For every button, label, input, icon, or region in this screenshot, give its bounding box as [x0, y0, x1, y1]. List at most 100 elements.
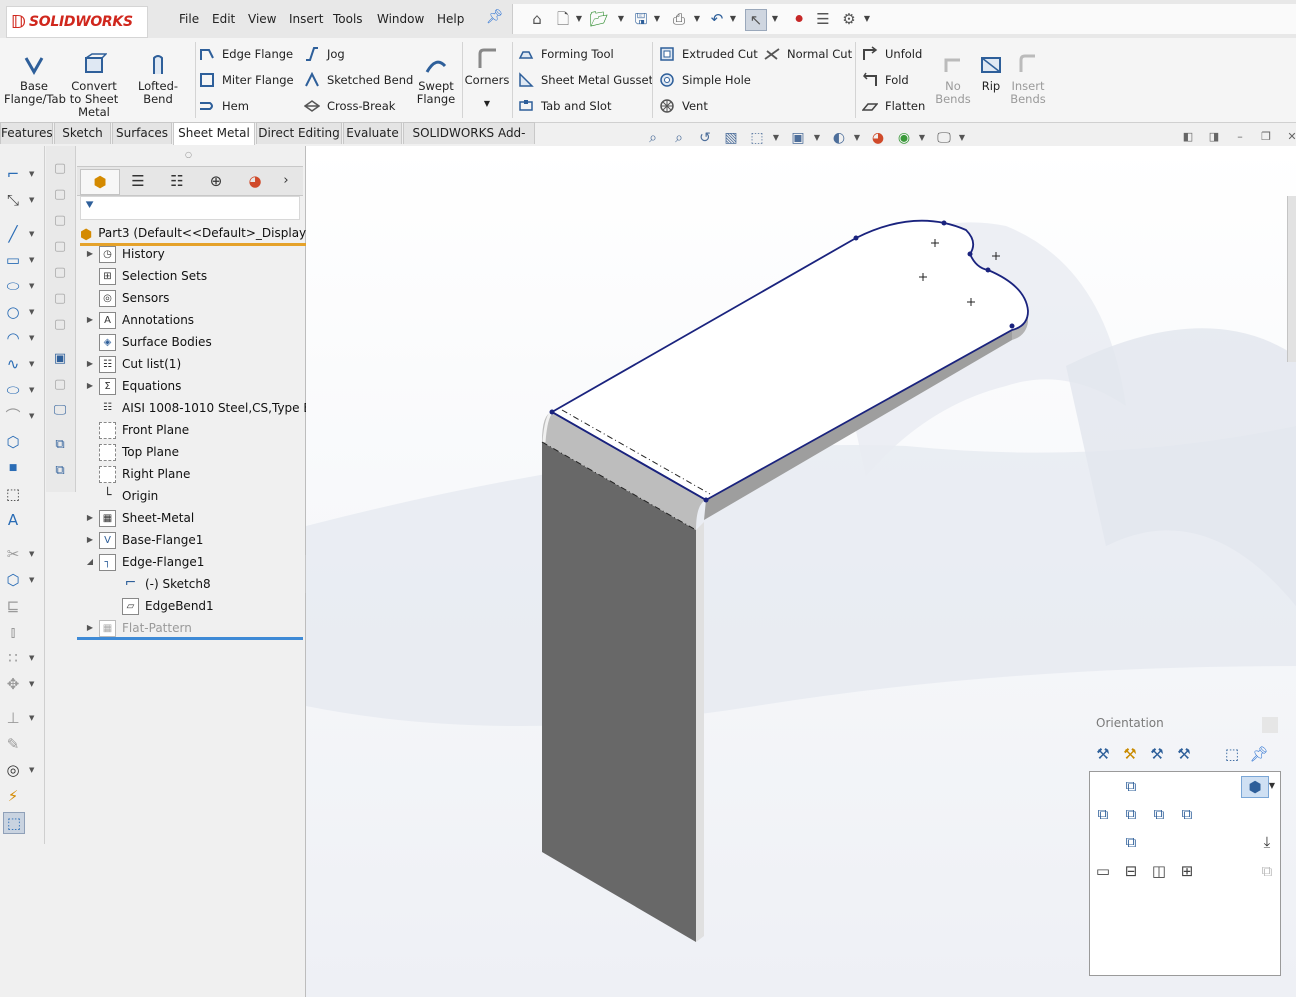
derived-icon[interactable]: ▢: [51, 290, 69, 308]
slot-icon[interactable]: ⬭: [3, 276, 23, 296]
tree-item-surface-bodies[interactable]: ◈ Surface Bodies: [84, 332, 212, 352]
tile-right-icon[interactable]: ◨: [1207, 130, 1221, 144]
tab-sketch[interactable]: Sketch: [54, 122, 111, 144]
sketch-point[interactable]: [985, 267, 991, 273]
sketch-dropdown-icon[interactable]: ▼: [29, 170, 37, 178]
tree-item-base-flange[interactable]: ▶ V Base-Flange1: [84, 530, 203, 550]
expand-arrow-icon[interactable]: ▶: [84, 618, 96, 638]
snaps-dropdown-icon[interactable]: ▼: [29, 766, 37, 774]
rectangle-dropdown-icon[interactable]: ▼: [29, 256, 37, 264]
tab-direct-editing[interactable]: Direct Editing: [256, 122, 342, 144]
tree-item-selection-sets[interactable]: ⊞ Selection Sets: [84, 266, 207, 286]
tab-features[interactable]: Features: [0, 122, 53, 144]
options-dropdown-icon[interactable]: ▼: [863, 9, 871, 29]
instant3d-icon[interactable]: 🖵︎: [51, 402, 69, 420]
two-view-vertical-icon[interactable]: ◫: [1149, 861, 1169, 881]
circle-dropdown-icon[interactable]: ▼: [29, 308, 37, 316]
property-manager-tab-icon[interactable]: ☰: [119, 169, 157, 193]
tree-item-sketch8[interactable]: ⌐ (-) Sketch8: [107, 574, 211, 594]
zoom-to-area-icon[interactable]: ⌕: [669, 128, 689, 148]
tree-item-front-plane[interactable]: Front Plane: [84, 420, 189, 440]
sketch-point[interactable]: [1009, 323, 1015, 329]
open-dropdown-icon[interactable]: ▼: [617, 9, 625, 29]
previous-view-icon[interactable]: ↺: [695, 128, 715, 148]
menu-window[interactable]: Window: [377, 12, 424, 26]
view-orientation-dropdown-icon[interactable]: ▼: [772, 128, 780, 148]
arc-icon[interactable]: ◠: [3, 328, 23, 348]
sketch-point[interactable]: [967, 251, 973, 257]
new-view-icon[interactable]: ⚒: [1093, 744, 1113, 764]
tree-filter-box[interactable]: ⯆: [80, 196, 300, 220]
arc-dropdown-icon[interactable]: ▼: [29, 334, 37, 342]
apply-scene-dropdown-icon[interactable]: ▼: [918, 128, 926, 148]
four-view-icon[interactable]: ⊞: [1177, 861, 1197, 881]
tile-left-icon[interactable]: ◧: [1181, 130, 1195, 144]
move-entities-icon[interactable]: ✥: [3, 674, 23, 694]
move-dropdown-icon[interactable]: ▼: [29, 680, 37, 688]
apply-scene-icon[interactable]: ◉: [894, 128, 914, 148]
quick-snaps-icon[interactable]: ◎: [3, 760, 23, 780]
left-view-icon[interactable]: ⧉: [1093, 804, 1113, 824]
tree-item-right-plane[interactable]: Right Plane: [84, 464, 190, 484]
instant2d-icon[interactable]: ⬚: [3, 812, 25, 834]
single-view-icon[interactable]: ▭: [1093, 861, 1113, 881]
circle-icon[interactable]: ○: [3, 302, 23, 322]
polygon-icon[interactable]: ⬡: [3, 432, 23, 452]
tree-item-edge-flange[interactable]: ◢ ┐ Edge-Flange1: [84, 552, 204, 572]
construction-geometry-icon[interactable]: ⬚: [3, 484, 23, 504]
undo-icon[interactable]: ↶: [707, 9, 727, 29]
part-root-node[interactable]: ⬢ Part3 (Default<<Default>_Display Sta: [80, 222, 330, 246]
line-icon[interactable]: ╱: [3, 224, 23, 244]
new-dropdown-icon[interactable]: ▼: [575, 9, 583, 29]
file-properties-icon[interactable]: ☰: [813, 9, 833, 29]
right-view-icon[interactable]: ⧉: [1149, 804, 1169, 824]
edge-flange-button[interactable]: Edge Flange: [199, 45, 293, 63]
isometric-dropdown-icon[interactable]: ▼: [1267, 776, 1277, 796]
cube-view-icon[interactable]: ⬚: [1222, 744, 1242, 764]
front-view-icon[interactable]: ⧉: [1121, 804, 1141, 824]
tree-item-annotations[interactable]: ▶ A Annotations: [84, 310, 194, 330]
sketch-point[interactable]: [853, 235, 859, 241]
assembly-icon[interactable]: ▢: [51, 186, 69, 204]
paste-settings-icon[interactable]: ⧉: [51, 462, 69, 480]
rip-button[interactable]: Rip: [976, 52, 1006, 93]
view-settings-dropdown-icon[interactable]: ▼: [958, 128, 966, 148]
restore-window-icon[interactable]: ❐: [1259, 130, 1273, 144]
task-pane-strip[interactable]: [1287, 196, 1296, 362]
tab-solidworks-add-ins[interactable]: SOLIDWORKS Add-Ins: [403, 122, 535, 161]
orientation-close-icon[interactable]: [1262, 717, 1278, 733]
slot-dropdown-icon[interactable]: ▼: [29, 282, 37, 290]
hem-button[interactable]: Hem: [199, 97, 249, 115]
display-relations-icon[interactable]: ⊥: [3, 708, 23, 728]
isometric-view-icon[interactable]: ⬢: [1241, 776, 1269, 798]
smart-dimension-icon[interactable]: ⤡: [3, 190, 23, 210]
sketched-bend-button[interactable]: Sketched Bend: [304, 71, 413, 89]
display-manager-tab-icon[interactable]: ◕: [236, 169, 274, 193]
select-cursor-icon[interactable]: ↖: [745, 9, 767, 31]
convert-entities-icon[interactable]: ⬡: [3, 570, 23, 590]
menu-file[interactable]: File: [179, 12, 199, 26]
convert-to-sheet-metal-button[interactable]: Convert to Sheet Metal: [68, 52, 120, 119]
link-views-icon[interactable]: ⧉: [1257, 861, 1277, 881]
copy-settings-icon[interactable]: ⧉: [51, 436, 69, 454]
extruded-cut-button[interactable]: Extruded Cut: [659, 45, 758, 63]
rectangle-icon[interactable]: ▭: [3, 250, 23, 270]
hide-show-items-icon[interactable]: ◐: [829, 128, 849, 148]
tree-item-flat-pattern[interactable]: ▶ ▦ Flat-Pattern: [84, 618, 192, 638]
bottom-view-icon[interactable]: ⧉: [1121, 832, 1141, 852]
section-view-icon[interactable]: ▧: [721, 128, 741, 148]
point-icon[interactable]: ■: [3, 458, 23, 478]
tree-item-sheet-metal[interactable]: ▶ ▦ Sheet-Metal: [84, 508, 194, 528]
expand-arrow-icon[interactable]: ▶: [84, 354, 96, 374]
normal-cut-button[interactable]: Normal Cut: [764, 45, 852, 63]
close-window-icon[interactable]: ✕: [1285, 130, 1296, 144]
ellipse-icon[interactable]: ⬭: [3, 380, 23, 400]
sketch-icon[interactable]: ⌐: [3, 164, 23, 184]
configuration-manager-tab-icon[interactable]: ☷: [158, 169, 196, 193]
save-dropdown-icon[interactable]: ▼: [653, 9, 661, 29]
view-orientation-icon[interactable]: ⬚: [747, 128, 767, 148]
expand-arrow-icon[interactable]: ▶: [84, 508, 96, 528]
collapse-arrow-icon[interactable]: ◢: [84, 552, 96, 572]
linear-pattern-icon[interactable]: ∷: [3, 648, 23, 668]
dimxpert-tab-icon[interactable]: ⊕: [197, 169, 235, 193]
